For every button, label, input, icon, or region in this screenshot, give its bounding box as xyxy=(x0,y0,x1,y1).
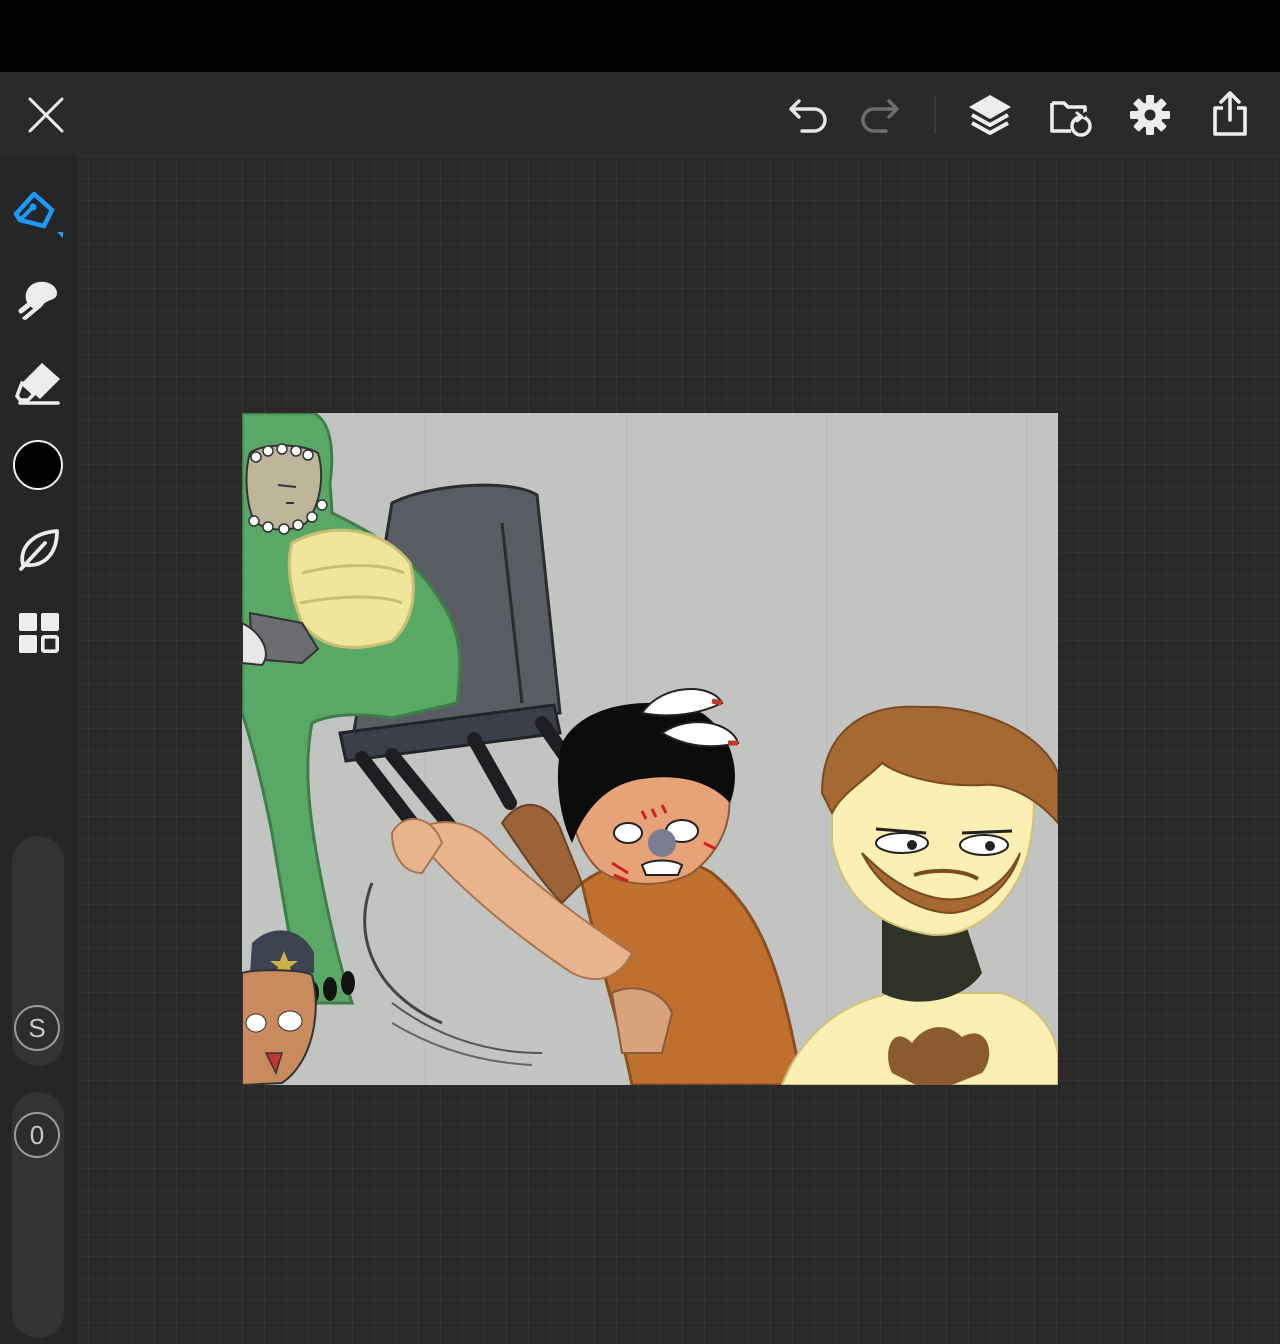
gear-icon xyxy=(1130,95,1170,135)
layers-icon xyxy=(969,95,1011,135)
drawing-canvas[interactable] xyxy=(242,413,1058,1085)
opacity-label: 0 xyxy=(14,1112,60,1158)
share-button[interactable] xyxy=(1204,88,1256,140)
leaf-icon xyxy=(19,529,59,571)
close-icon xyxy=(28,97,64,133)
pen-icon xyxy=(13,191,63,238)
pen-tool-button[interactable] xyxy=(10,188,66,244)
size-label: S xyxy=(14,1005,60,1051)
undo-icon xyxy=(789,99,827,133)
artwork-illustration xyxy=(242,413,1058,1085)
gallery-button[interactable] xyxy=(12,606,66,660)
eraser-tool-button[interactable] xyxy=(12,356,66,410)
smudge-icon xyxy=(18,281,57,320)
settings-button[interactable] xyxy=(1124,90,1176,140)
brush-library-button[interactable] xyxy=(12,522,66,576)
toolbar-divider xyxy=(934,96,936,134)
eraser-icon xyxy=(15,363,60,405)
close-button[interactable] xyxy=(20,90,72,140)
redo-button[interactable] xyxy=(854,90,904,140)
grid-icon xyxy=(19,613,59,653)
smudge-tool-button[interactable] xyxy=(12,272,66,326)
share-icon xyxy=(1213,91,1247,136)
undo-button[interactable] xyxy=(784,90,834,140)
import-folder-icon xyxy=(1050,101,1092,137)
color-swatch[interactable] xyxy=(13,440,63,490)
import-button[interactable] xyxy=(1044,90,1096,140)
redo-icon xyxy=(861,99,899,133)
status-bar xyxy=(0,0,1280,72)
layers-button[interactable] xyxy=(964,90,1016,140)
